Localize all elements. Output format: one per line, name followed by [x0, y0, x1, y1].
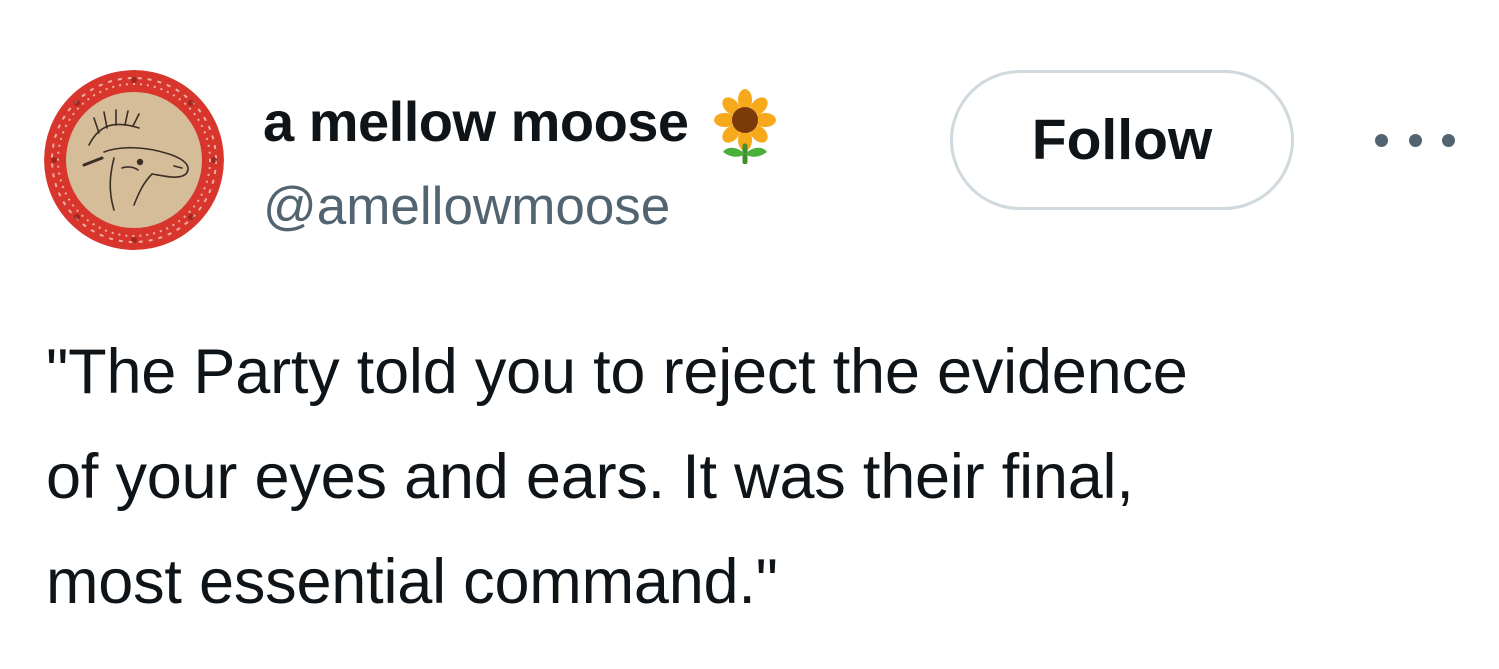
tweet-text-line: "The Party told you to reject the eviden…	[46, 337, 1188, 407]
tweet-text: "The Party told you to reject the eviden…	[46, 320, 1486, 635]
more-icon[interactable]	[1375, 118, 1455, 162]
display-name-text: a mellow moose	[263, 90, 689, 153]
author-display-name[interactable]: a mellow moose	[263, 84, 783, 165]
moose-avatar-icon	[44, 70, 224, 250]
tweet-text-line: most essential command."	[46, 547, 778, 617]
tweet-text-line: of your eyes and ears. It was their fina…	[46, 442, 1134, 512]
more-dot	[1408, 133, 1422, 147]
more-dot	[1442, 133, 1455, 147]
sunflower-icon	[707, 88, 783, 165]
more-dot	[1375, 133, 1388, 147]
avatar[interactable]	[44, 70, 224, 250]
follow-button[interactable]: Follow	[950, 70, 1294, 210]
author-handle[interactable]: @amellowmoose	[263, 175, 670, 239]
tweet-card: a mellow moose @amellowmoose Follow "The…	[0, 0, 1499, 669]
